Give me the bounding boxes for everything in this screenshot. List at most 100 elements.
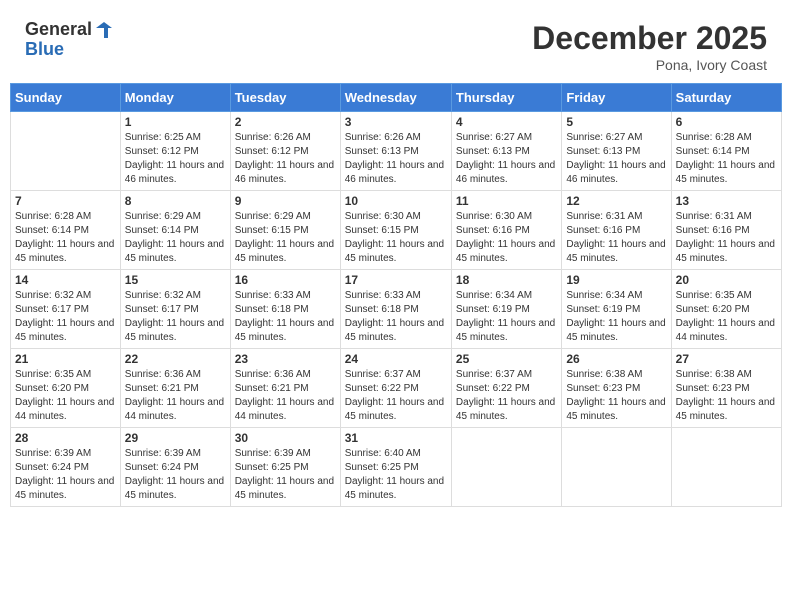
calendar-cell: 2 Sunrise: 6:26 AMSunset: 6:12 PMDaylight…	[230, 112, 340, 191]
day-number: 4	[456, 115, 557, 129]
day-number: 16	[235, 273, 336, 287]
day-number: 19	[566, 273, 666, 287]
calendar-cell: 29 Sunrise: 6:39 AMSunset: 6:24 PMDayligh…	[120, 428, 230, 507]
page-header: General Blue December 2025 Pona, Ivory C…	[10, 10, 782, 78]
day-number: 7	[15, 194, 116, 208]
day-number: 21	[15, 352, 116, 366]
day-number: 25	[456, 352, 557, 366]
logo-flag-icon	[94, 20, 114, 40]
location: Pona, Ivory Coast	[532, 57, 767, 73]
day-info: Sunrise: 6:37 AMSunset: 6:22 PMDaylight:…	[456, 368, 557, 424]
calendar-cell: 27 Sunrise: 6:38 AMSunset: 6:23 PMDayligh…	[671, 349, 781, 428]
calendar-cell	[11, 112, 121, 191]
calendar-week-row: 21Sunrise: 6:35 AMSunset: 6:20 PMDayligh…	[11, 349, 782, 428]
day-info: Sunrise: 6:25 AMSunset: 6:12 PMDaylight:…	[125, 131, 226, 187]
calendar-cell: 20 Sunrise: 6:35 AMSunset: 6:20 PMDayligh…	[671, 270, 781, 349]
calendar-cell: 7 Sunrise: 6:28 AMSunset: 6:14 PMDaylight…	[11, 191, 121, 270]
day-info: Sunrise: 6:30 AMSunset: 6:15 PMDaylight:…	[345, 210, 447, 266]
day-info: Sunrise: 6:39 AMSunset: 6:24 PMDaylight:…	[125, 447, 226, 503]
day-info: Sunrise: 6:26 AMSunset: 6:12 PMDaylight:…	[235, 131, 336, 187]
day-info: Sunrise: 6:30 AMSunset: 6:16 PMDaylight:…	[456, 210, 557, 266]
logo-general: General	[25, 20, 92, 40]
calendar-cell: 6 Sunrise: 6:28 AMSunset: 6:14 PMDaylight…	[671, 112, 781, 191]
weekday-header: Wednesday	[340, 84, 451, 112]
day-number: 27	[676, 352, 777, 366]
calendar-week-row: 28 Sunrise: 6:39 AMSunset: 6:24 PMDayligh…	[11, 428, 782, 507]
calendar-cell: 19 Sunrise: 6:34 AMSunset: 6:19 PMDayligh…	[562, 270, 671, 349]
day-number: 9	[235, 194, 336, 208]
day-number: 26	[566, 352, 666, 366]
day-info: Sunrise: 6:34 AMSunset: 6:19 PMDaylight:…	[456, 289, 557, 345]
calendar-cell: 25 Sunrise: 6:37 AMSunset: 6:22 PMDayligh…	[451, 349, 561, 428]
day-info: Sunrise: 6:31 AMSunset: 6:16 PMDaylight:…	[676, 210, 777, 266]
day-number: 30	[235, 431, 336, 445]
day-info: Sunrise: 6:26 AMSunset: 6:13 PMDaylight:…	[345, 131, 447, 187]
day-number: 29	[125, 431, 226, 445]
weekday-header: Tuesday	[230, 84, 340, 112]
calendar-cell: 28 Sunrise: 6:39 AMSunset: 6:24 PMDayligh…	[11, 428, 121, 507]
day-info: Sunrise: 6:39 AMSunset: 6:25 PMDaylight:…	[235, 447, 336, 503]
day-info: Sunrise: 6:38 AMSunset: 6:23 PMDaylight:…	[676, 368, 777, 424]
calendar-cell: 21Sunrise: 6:35 AMSunset: 6:20 PMDayligh…	[11, 349, 121, 428]
calendar-cell: 14Sunrise: 6:32 AMSunset: 6:17 PMDayligh…	[11, 270, 121, 349]
calendar-week-row: 14Sunrise: 6:32 AMSunset: 6:17 PMDayligh…	[11, 270, 782, 349]
day-info: Sunrise: 6:33 AMSunset: 6:18 PMDaylight:…	[235, 289, 336, 345]
calendar-week-row: 1 Sunrise: 6:25 AMSunset: 6:12 PMDaylight…	[11, 112, 782, 191]
calendar-cell: 15Sunrise: 6:32 AMSunset: 6:17 PMDayligh…	[120, 270, 230, 349]
day-info: Sunrise: 6:27 AMSunset: 6:13 PMDaylight:…	[566, 131, 666, 187]
calendar-cell: 9 Sunrise: 6:29 AMSunset: 6:15 PMDaylight…	[230, 191, 340, 270]
calendar-cell	[562, 428, 671, 507]
calendar-cell: 24 Sunrise: 6:37 AMSunset: 6:22 PMDayligh…	[340, 349, 451, 428]
calendar-cell	[451, 428, 561, 507]
day-info: Sunrise: 6:39 AMSunset: 6:24 PMDaylight:…	[15, 447, 116, 503]
day-info: Sunrise: 6:29 AMSunset: 6:15 PMDaylight:…	[235, 210, 336, 266]
logo: General Blue	[25, 20, 114, 60]
day-number: 23	[235, 352, 336, 366]
day-info: Sunrise: 6:35 AMSunset: 6:20 PMDaylight:…	[676, 289, 777, 345]
calendar-cell: 12 Sunrise: 6:31 AMSunset: 6:16 PMDayligh…	[562, 191, 671, 270]
day-number: 31	[345, 431, 447, 445]
calendar-cell	[671, 428, 781, 507]
day-info: Sunrise: 6:37 AMSunset: 6:22 PMDaylight:…	[345, 368, 447, 424]
day-number: 14	[15, 273, 116, 287]
calendar-cell: 23 Sunrise: 6:36 AMSunset: 6:21 PMDayligh…	[230, 349, 340, 428]
calendar-cell: 30 Sunrise: 6:39 AMSunset: 6:25 PMDayligh…	[230, 428, 340, 507]
logo-blue: Blue	[25, 39, 64, 59]
month-title: December 2025	[532, 20, 767, 57]
day-number: 18	[456, 273, 557, 287]
day-number: 24	[345, 352, 447, 366]
day-number: 8	[125, 194, 226, 208]
day-info: Sunrise: 6:38 AMSunset: 6:23 PMDaylight:…	[566, 368, 666, 424]
calendar-week-row: 7 Sunrise: 6:28 AMSunset: 6:14 PMDaylight…	[11, 191, 782, 270]
day-number: 10	[345, 194, 447, 208]
calendar-cell: 13 Sunrise: 6:31 AMSunset: 6:16 PMDayligh…	[671, 191, 781, 270]
calendar-cell: 4Sunrise: 6:27 AMSunset: 6:13 PMDaylight…	[451, 112, 561, 191]
day-number: 17	[345, 273, 447, 287]
day-number: 6	[676, 115, 777, 129]
calendar-cell: 22 Sunrise: 6:36 AMSunset: 6:21 PMDayligh…	[120, 349, 230, 428]
day-number: 1	[125, 115, 226, 129]
weekday-header: Sunday	[11, 84, 121, 112]
day-info: Sunrise: 6:31 AMSunset: 6:16 PMDaylight:…	[566, 210, 666, 266]
calendar-cell: 17 Sunrise: 6:33 AMSunset: 6:18 PMDayligh…	[340, 270, 451, 349]
calendar-cell: 3 Sunrise: 6:26 AMSunset: 6:13 PMDaylight…	[340, 112, 451, 191]
day-info: Sunrise: 6:36 AMSunset: 6:21 PMDaylight:…	[125, 368, 226, 424]
day-info: Sunrise: 6:33 AMSunset: 6:18 PMDaylight:…	[345, 289, 447, 345]
day-info: Sunrise: 6:36 AMSunset: 6:21 PMDaylight:…	[235, 368, 336, 424]
day-number: 5	[566, 115, 666, 129]
calendar-cell: 16 Sunrise: 6:33 AMSunset: 6:18 PMDayligh…	[230, 270, 340, 349]
day-number: 20	[676, 273, 777, 287]
day-number: 12	[566, 194, 666, 208]
calendar-cell: 8Sunrise: 6:29 AMSunset: 6:14 PMDaylight…	[120, 191, 230, 270]
day-number: 2	[235, 115, 336, 129]
day-number: 22	[125, 352, 226, 366]
day-number: 3	[345, 115, 447, 129]
day-info: Sunrise: 6:34 AMSunset: 6:19 PMDaylight:…	[566, 289, 666, 345]
day-info: Sunrise: 6:28 AMSunset: 6:14 PMDaylight:…	[15, 210, 116, 266]
day-number: 28	[15, 431, 116, 445]
day-number: 13	[676, 194, 777, 208]
calendar-cell: 11Sunrise: 6:30 AMSunset: 6:16 PMDayligh…	[451, 191, 561, 270]
day-info: Sunrise: 6:28 AMSunset: 6:14 PMDaylight:…	[676, 131, 777, 187]
calendar-cell: 10 Sunrise: 6:30 AMSunset: 6:15 PMDayligh…	[340, 191, 451, 270]
weekday-header: Saturday	[671, 84, 781, 112]
